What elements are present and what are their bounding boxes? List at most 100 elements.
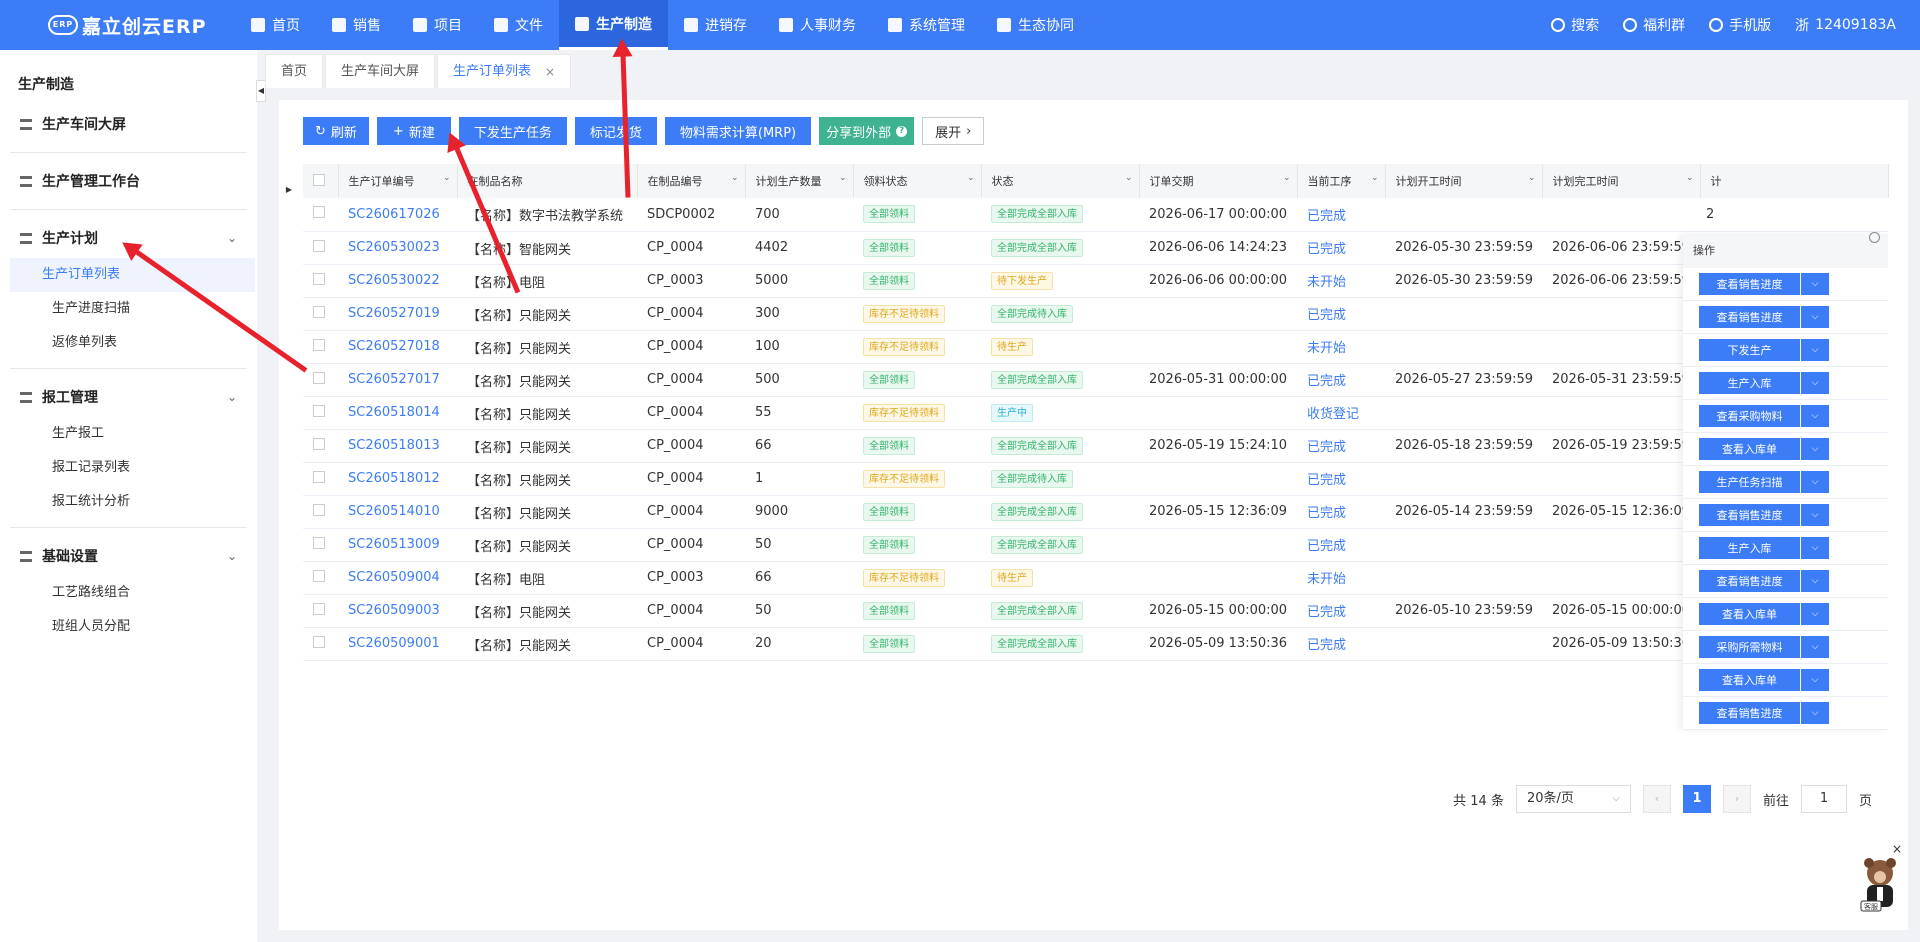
order-id-link[interactable]: SC260617026: [338, 198, 457, 232]
row-action-button[interactable]: 查看销售进度: [1699, 306, 1800, 328]
sidebar-item[interactable]: 报工统计分析: [10, 485, 255, 519]
nav-item-2[interactable]: 项目: [397, 0, 478, 50]
sidebar-group-4[interactable]: 基础设置 ⌄: [0, 536, 257, 576]
mark-shipped-button[interactable]: 标记发货: [574, 117, 657, 145]
row-checkbox[interactable]: [313, 404, 325, 417]
row-checkbox[interactable]: [313, 305, 325, 318]
row-action-dropdown[interactable]: ⌵: [1801, 471, 1829, 493]
nav-item-7[interactable]: 系统管理: [872, 0, 981, 50]
row-action-button[interactable]: 采购所需物料: [1699, 636, 1800, 658]
current-process-link[interactable]: 未开始: [1297, 264, 1385, 298]
share-external-button[interactable]: 分享到外部?: [819, 117, 915, 145]
row-checkbox[interactable]: [313, 503, 325, 516]
sidebar-group-1[interactable]: 生产管理工作台: [0, 161, 257, 201]
row-checkbox[interactable]: [313, 338, 325, 351]
row-checkbox[interactable]: [313, 206, 325, 219]
select-all-checkbox[interactable]: [313, 173, 325, 186]
table-row[interactable]: SC260527019 【名称】只能网关 CP_0004 300 库存不足待领料 全部完成…: [303, 297, 1888, 331]
nav-item-6[interactable]: 人事财务: [763, 0, 872, 50]
order-id-link[interactable]: SC260527019: [338, 297, 457, 331]
nav-item-1[interactable]: 销售: [316, 0, 397, 50]
column-header[interactable]: 领料状态 ⌄: [853, 164, 982, 198]
column-header[interactable]: 状态 ⌄: [981, 164, 1140, 198]
app-logo[interactable]: ERP 嘉立创云ERP: [0, 0, 235, 50]
table-row[interactable]: SC260530023 【名称】智能网关 CP_0004 4402 全部领料 全部完成全部…: [303, 231, 1888, 265]
order-id-link[interactable]: SC260518012: [338, 462, 457, 496]
expand-filter-icon[interactable]: ▶: [283, 176, 295, 204]
mrp-button[interactable]: 物料需求计算(MRP): [664, 117, 812, 145]
close-icon[interactable]: ×: [545, 55, 555, 89]
create-button[interactable]: + 新建: [376, 117, 451, 145]
current-process-link[interactable]: 已完成: [1297, 495, 1385, 529]
row-checkbox[interactable]: [313, 239, 325, 252]
row-action-button[interactable]: 查看销售进度: [1699, 273, 1800, 295]
row-action-dropdown[interactable]: ⌵: [1801, 306, 1829, 328]
row-action-dropdown[interactable]: ⌵: [1801, 339, 1829, 361]
row-checkbox[interactable]: [313, 371, 325, 384]
column-header[interactable]: 计划生产数量 ⌄: [745, 164, 854, 198]
mascot-icon[interactable]: 客服: [1855, 855, 1905, 915]
refresh-button[interactable]: ↻ 刷新: [303, 117, 369, 145]
row-action-dropdown[interactable]: ⌵: [1801, 636, 1829, 658]
nav-item-8[interactable]: 生态协同: [981, 0, 1090, 50]
row-checkbox[interactable]: [313, 536, 325, 549]
column-header[interactable]: 计划开工时间 ⌄: [1385, 164, 1543, 198]
row-action-dropdown[interactable]: ⌵: [1801, 273, 1829, 295]
expand-button[interactable]: 展开 ›: [922, 117, 985, 145]
sidebar-item[interactable]: 返修单列表: [10, 326, 255, 360]
row-checkbox[interactable]: [313, 272, 325, 285]
current-process-link[interactable]: 已完成: [1297, 198, 1385, 232]
row-checkbox[interactable]: [313, 569, 325, 582]
table-row[interactable]: SC260518012 【名称】只能网关 CP_0004 1 库存不足待领料 全部完成待入…: [303, 462, 1888, 496]
column-header[interactable]: 计划完工时间 ⌄: [1542, 164, 1701, 198]
row-action-dropdown[interactable]: ⌵: [1801, 438, 1829, 460]
mobile-link[interactable]: 手机版: [1709, 15, 1771, 35]
row-action-dropdown[interactable]: ⌵: [1801, 702, 1829, 724]
row-action-button[interactable]: 查看销售进度: [1699, 702, 1800, 724]
row-action-button[interactable]: 查看销售进度: [1699, 504, 1800, 526]
current-process-link[interactable]: 已完成: [1297, 297, 1385, 331]
current-process-link[interactable]: 收货登记: [1297, 396, 1385, 430]
current-process-link[interactable]: 已完成: [1297, 231, 1385, 265]
current-process-link[interactable]: 已完成: [1297, 429, 1385, 463]
row-action-button[interactable]: 下发生产: [1699, 339, 1800, 361]
column-settings-icon[interactable]: [1869, 232, 1880, 243]
row-action-dropdown[interactable]: ⌵: [1801, 405, 1829, 427]
order-id-link[interactable]: SC260514010: [338, 495, 457, 529]
row-action-button[interactable]: 生产入库: [1699, 537, 1800, 559]
order-id-link[interactable]: SC260509003: [338, 594, 457, 628]
order-id-link[interactable]: SC260518014: [338, 396, 457, 430]
column-header[interactable]: 当前工序 ⌄: [1297, 164, 1386, 198]
row-action-dropdown[interactable]: ⌵: [1801, 372, 1829, 394]
sidebar-group-0[interactable]: 生产车间大屏: [0, 104, 257, 144]
order-id-link[interactable]: SC260527018: [338, 330, 457, 364]
tab-0[interactable]: 首页: [265, 54, 324, 88]
sidebar-group-3[interactable]: 报工管理 ⌄: [0, 377, 257, 417]
row-action-button[interactable]: 生产任务扫描: [1699, 471, 1800, 493]
current-process-link[interactable]: 未开始: [1297, 330, 1385, 364]
current-process-link[interactable]: 已完成: [1297, 528, 1385, 562]
current-process-link[interactable]: 已完成: [1297, 462, 1385, 496]
row-checkbox[interactable]: [313, 470, 325, 483]
table-row[interactable]: SC260514010 【名称】只能网关 CP_0004 9000 全部领料 全部完成全部…: [303, 495, 1888, 529]
table-row[interactable]: SC260518013 【名称】只能网关 CP_0004 66 全部领料 全部完成全部入库…: [303, 429, 1888, 463]
row-checkbox[interactable]: [313, 635, 325, 648]
prev-page-button[interactable]: ‹: [1642, 785, 1671, 813]
table-row[interactable]: SC260513009 【名称】只能网关 CP_0004 50 全部领料 全部完成全部入库…: [303, 528, 1888, 562]
row-action-dropdown[interactable]: ⌵: [1801, 669, 1829, 691]
tab-2[interactable]: 生产订单列表 ×: [437, 54, 572, 89]
row-action-dropdown[interactable]: ⌵: [1801, 603, 1829, 625]
table-row[interactable]: SC260509001 【名称】只能网关 CP_0004 20 全部领料 全部完成全部入库…: [303, 627, 1888, 661]
current-process-link[interactable]: 已完成: [1297, 363, 1385, 397]
next-page-button[interactable]: ›: [1722, 785, 1751, 813]
row-checkbox[interactable]: [313, 437, 325, 450]
page-size-select[interactable]: 20条/页 ⌵: [1515, 785, 1631, 813]
dispatch-task-button[interactable]: 下发生产任务: [458, 117, 567, 145]
column-header[interactable]: 在制品编号 ⌄: [637, 164, 746, 198]
page-1-button[interactable]: 1: [1682, 785, 1711, 813]
table-row[interactable]: SC260617026 【名称】数字书法教学系统 SDCP0002 700 全部领料 全部…: [303, 198, 1888, 232]
column-header[interactable]: 订单交期 ⌄: [1139, 164, 1298, 198]
row-action-dropdown[interactable]: ⌵: [1801, 570, 1829, 592]
row-action-button[interactable]: 查看采购物料: [1699, 405, 1800, 427]
column-header[interactable]: 生产订单编号 ⌄: [338, 164, 458, 198]
